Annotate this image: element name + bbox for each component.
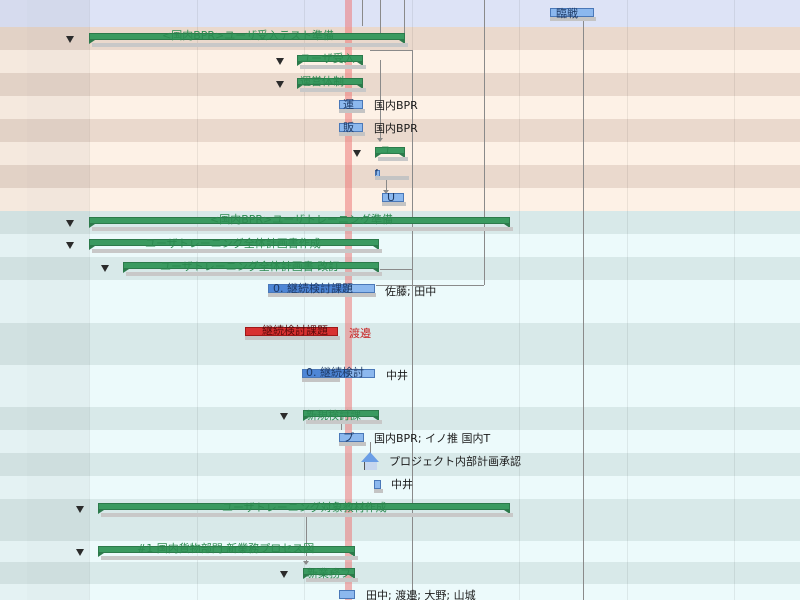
grid-line <box>627 0 628 600</box>
collapse-toggle[interactable] <box>66 220 74 227</box>
gantt-chart[interactable]: 臨戦 <国内BPR>ユーザ受入テスト準備 ユーザ受入 運営体制 運 国内BPR … <box>0 0 800 600</box>
collapse-toggle[interactable] <box>76 549 84 556</box>
dependency-arrow <box>303 561 309 565</box>
milestone-diamond[interactable] <box>361 452 379 462</box>
row-band <box>0 407 800 430</box>
dependency-line <box>370 50 412 51</box>
grid-line <box>734 0 735 600</box>
task-label: 継続検討課題 <box>262 324 328 337</box>
row-band <box>0 562 800 584</box>
resource-label: 佐藤; 田中 <box>385 285 437 298</box>
summary-label: 新規検討課 <box>306 409 361 422</box>
grid-line <box>89 0 90 600</box>
summary-label: ユーザ受入 <box>300 52 355 65</box>
resource-label: 国内BPR <box>374 99 418 112</box>
summary-label: <国内BPR>ユーザトレーニング準備 <box>210 213 394 226</box>
task-shadow <box>375 176 409 180</box>
collapse-toggle[interactable] <box>276 58 284 65</box>
summary-label: ユーザトレーニング全体計画書作成 <box>145 237 321 250</box>
task-label: U <box>387 191 396 204</box>
dependency-line <box>362 0 363 26</box>
resource-label: 渡邉 <box>349 327 371 340</box>
summary-label: #1 国内貨物部門 新業務プロセス図 <box>137 542 315 555</box>
task-shadow <box>374 489 383 493</box>
resource-label: 国内BPR <box>374 122 418 135</box>
resource-label: 国内BPR; イノ推 国内T <box>374 432 491 445</box>
task-label: 0. 継続検討 <box>306 366 364 379</box>
dependency-line <box>380 269 412 270</box>
summary-label: <国内BPR>ユーザ受入テスト準備 <box>162 29 335 42</box>
task-label: f <box>375 168 378 177</box>
row-band <box>0 73 800 96</box>
summary-shadow <box>101 556 358 560</box>
summary-label: ユ <box>380 144 391 157</box>
resource-label: 田中; 渡邉; 大野; 山城 <box>366 589 476 600</box>
task-bar[interactable] <box>374 480 381 489</box>
collapse-toggle[interactable] <box>276 81 284 88</box>
dependency-line <box>380 0 381 36</box>
summary-shadow <box>92 227 513 231</box>
collapse-toggle[interactable] <box>66 242 74 249</box>
collapse-toggle[interactable] <box>66 36 74 43</box>
dependency-line <box>404 0 405 36</box>
summary-shadow <box>92 43 408 47</box>
milestone-diamond-base <box>364 462 377 470</box>
row-band <box>0 50 800 73</box>
summary-label: ユーザトレーニング対象教材作成 <box>222 501 387 514</box>
summary-label: 運営体制 <box>300 75 344 88</box>
task-label: 臨戦 <box>556 7 578 20</box>
collapse-toggle[interactable] <box>101 265 109 272</box>
milestone-label: プロジェクト内部計画承認 <box>389 455 521 468</box>
dependency-line <box>484 0 485 285</box>
summary-label: 新業務フ <box>307 567 351 580</box>
resource-label: 中井 <box>391 478 413 491</box>
grid-line <box>519 0 520 600</box>
summary-shadow <box>378 157 408 161</box>
row-band <box>0 0 800 27</box>
collapse-toggle[interactable] <box>280 571 288 578</box>
dependency-arrow <box>377 138 383 142</box>
dependency-line <box>583 14 584 600</box>
task-label: プ <box>343 431 354 444</box>
summary-shadow <box>300 65 366 69</box>
resource-label: 中井 <box>386 369 408 382</box>
collapse-toggle[interactable] <box>76 506 84 513</box>
summary-shadow <box>300 88 366 92</box>
summary-label: ユーザトレーニング全体計画書 改訂 <box>160 260 340 273</box>
collapse-toggle[interactable] <box>280 413 288 420</box>
task-label: 0. 継続検討課題 <box>273 282 353 295</box>
collapse-toggle[interactable] <box>353 150 361 157</box>
task-label: 販 <box>343 121 354 134</box>
grid-line <box>197 0 198 600</box>
row-band <box>0 323 800 365</box>
task-bar[interactable] <box>339 590 355 599</box>
task-label: 運 <box>343 98 354 111</box>
